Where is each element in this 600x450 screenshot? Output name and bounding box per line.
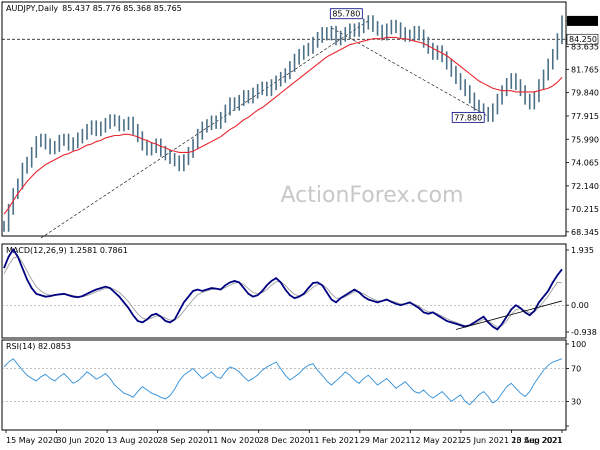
rsi-line — [3, 358, 563, 406]
macd-y-label: 1.935 — [571, 246, 594, 255]
rsi-y-label: 70 — [571, 365, 581, 374]
rsi-y-label: 30 — [571, 397, 581, 406]
macd-y-label: -0.938 — [571, 328, 597, 337]
price-y-label: 79.840 — [571, 89, 599, 98]
x-tick-label: 28 Sep 2020 — [158, 436, 209, 445]
price-y-label: 83.635 — [571, 43, 599, 52]
price-y-label: 72.140 — [571, 182, 599, 191]
price-title: AUDJPY,Daily — [6, 4, 58, 13]
last-price-label: 85.765 — [569, 17, 597, 26]
price-ohlc: 85.437 85.776 85.368 85.765 — [62, 4, 182, 13]
price-y-label: 70.215 — [571, 205, 599, 214]
x-tick-label: 29 Mar 2021 — [360, 436, 411, 445]
chart-root: ActionForex.com AUDJPY,Daily 85.437 85.776… — [0, 0, 600, 450]
price-y-label: 77.915 — [571, 112, 599, 121]
chart-svg: ActionForex.com AUDJPY,Daily 85.437 85.776… — [1, 1, 599, 445]
watermark-text: ActionForex.com — [281, 183, 464, 208]
price-y-label: 68.345 — [571, 228, 599, 237]
price-header: AUDJPY,Daily 85.437 85.776 85.368 85.765 — [6, 4, 182, 13]
price-y-label: 74.065 — [571, 159, 599, 168]
rsi-y-label: 100 — [571, 340, 586, 349]
rsi-title: RSI(14) 82.0853 — [6, 342, 71, 351]
price-y-label: 75.990 — [571, 135, 599, 144]
macd-title: MACD(12,26,9) 1.2581 0.7861 — [6, 246, 128, 255]
x-tick-label: 25 Jun 2021 — [461, 436, 509, 445]
x-tick-label: 11 Nov 2020 — [208, 436, 259, 445]
x-tick-label: 12 May 2021 — [410, 436, 462, 445]
x-tick-label: 13 Aug 2020 — [107, 436, 158, 445]
annotation-label: 77.880 — [454, 113, 482, 122]
rsi-panel-frame — [1, 339, 567, 431]
x-tick-label: 28 Dec 2020 — [259, 436, 310, 445]
price-y-label: 81.765 — [571, 65, 599, 74]
macd-signal-line — [3, 256, 563, 328]
macd-line — [3, 247, 563, 331]
annotation-label: 85.780 — [332, 10, 360, 19]
macd-panel-frame — [1, 243, 567, 339]
x-tick-label: 30 Jun 2020 — [57, 436, 105, 445]
macd-y-label: 0.00 — [571, 301, 589, 310]
x-tick-label: 11 Feb 2021 — [309, 436, 359, 445]
x-tick-label: 15 May 2020 — [6, 436, 58, 445]
x-tick-label: 23 Sep 2021 — [511, 436, 562, 445]
